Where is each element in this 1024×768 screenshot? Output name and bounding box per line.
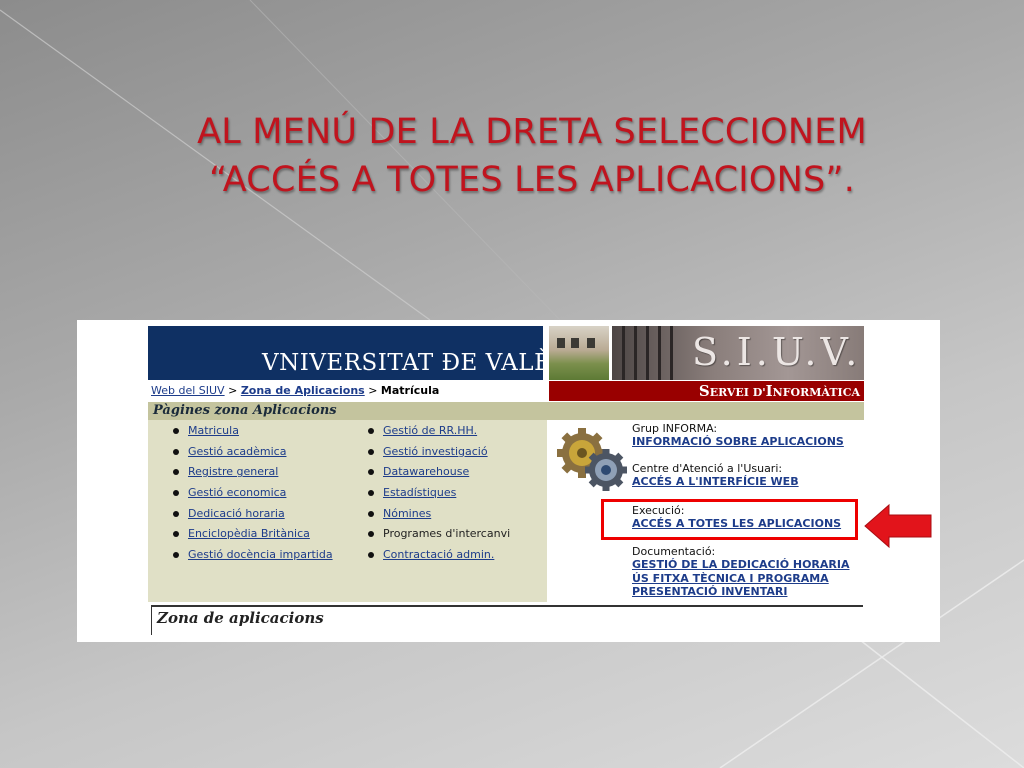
panel-heading: Pàgines zona Aplicacions bbox=[153, 403, 337, 418]
application-link[interactable]: Gestió economica bbox=[188, 486, 286, 499]
list-item[interactable]: Matricula bbox=[148, 424, 333, 445]
zona-aplicacions-title: Zona de aplicacions bbox=[157, 609, 324, 627]
application-link[interactable]: Gestió de RR.HH. bbox=[383, 424, 477, 437]
servei-title: SERVEI D'INFORMÀTICA bbox=[698, 382, 860, 400]
highlight-box bbox=[601, 499, 858, 540]
gears-icon bbox=[557, 428, 627, 491]
documentacio-label: Documentació: bbox=[632, 545, 716, 558]
acces-interficie-web-link[interactable]: ACCÉS A L'INTERFÍCIE WEB bbox=[632, 475, 799, 489]
application-link[interactable]: Gestió acadèmica bbox=[188, 445, 286, 458]
bullet-icon bbox=[368, 428, 374, 434]
application-link[interactable]: Registre general bbox=[188, 465, 278, 478]
bullet-icon bbox=[173, 428, 179, 434]
panel-header: Pàgines zona Aplicacions bbox=[148, 402, 864, 420]
breadcrumb-zona-aplicacions[interactable]: Zona de Aplicacions bbox=[241, 384, 365, 397]
bullet-icon bbox=[173, 510, 179, 517]
section-divider-left bbox=[151, 605, 152, 635]
applications-list-left: Matricula Gestió acadèmica Registre genera… bbox=[148, 424, 333, 569]
bullet-icon bbox=[368, 531, 374, 538]
red-arrow-icon bbox=[864, 503, 932, 549]
bullet-icon bbox=[368, 469, 374, 476]
list-item[interactable]: Nómines bbox=[343, 507, 510, 528]
list-item: Programes d'intercanvi bbox=[343, 527, 510, 548]
bullet-icon bbox=[368, 490, 374, 497]
informacio-aplicacions-link[interactable]: INFORMACIÓ SOBRE APLICACIONS bbox=[632, 435, 844, 449]
slide-title: AL MENÚ DE LA DRETA SELECCIONEM “ACCÉS A… bbox=[112, 108, 952, 204]
university-logo: VNIVERSITAT ĐE VALÈNCIA bbox=[262, 350, 617, 376]
section-divider bbox=[151, 605, 863, 607]
application-link[interactable]: Contractació admin. bbox=[383, 548, 494, 561]
list-item[interactable]: Contractació admin. bbox=[343, 548, 510, 569]
bullet-icon bbox=[368, 448, 374, 455]
centre-atencio-label: Centre d'Atenció a l'Usuari: bbox=[632, 462, 783, 475]
bullet-icon bbox=[173, 469, 179, 476]
slide-title-line2: “ACCÉS A TOTES LES APLICACIONS”. bbox=[208, 160, 856, 200]
list-item[interactable]: Gestió acadèmica bbox=[148, 445, 333, 466]
web-screenshot: VNIVERSITAT ĐE VALÈNCIA S.I.U.V. SERVEI … bbox=[77, 320, 940, 642]
presentacio-inventari-link[interactable]: PRESENTACIÓ INVENTARI bbox=[632, 585, 850, 599]
university-banner: VNIVERSITAT ĐE VALÈNCIA bbox=[148, 326, 616, 380]
bullet-icon bbox=[173, 531, 179, 538]
list-item[interactable]: Gestió investigació bbox=[343, 445, 510, 466]
application-link[interactable]: Gestió docència impartida bbox=[188, 548, 333, 561]
us-fitxa-tecnica-link[interactable]: ÚS FITXA TÈCNICA I PROGRAMA bbox=[632, 572, 850, 586]
application-link[interactable]: Dedicació horaria bbox=[188, 507, 285, 520]
application-link[interactable]: Estadístiques bbox=[383, 486, 456, 499]
application-link[interactable]: Datawarehouse bbox=[383, 465, 469, 478]
bullet-icon bbox=[368, 552, 374, 559]
applications-panel: Matricula Gestió acadèmica Registre genera… bbox=[148, 420, 547, 602]
siuv-banner-photo: S.I.U.V. bbox=[612, 326, 864, 380]
list-item[interactable]: Gestió economica bbox=[148, 486, 333, 507]
grup-informa-label: Grup INFORMA: bbox=[632, 422, 718, 435]
list-item[interactable]: Gestió docència impartida bbox=[148, 548, 333, 569]
servei-bar: SERVEI D'INFORMÀTICA bbox=[549, 381, 864, 401]
applications-list-right: Gestió de RR.HH. Gestió investigació Dataw… bbox=[343, 424, 510, 569]
application-link[interactable]: Gestió investigació bbox=[383, 445, 488, 458]
documentacio-block: Documentació: GESTIÓ DE LA DEDICACIÓ HOR… bbox=[632, 545, 850, 599]
bullet-icon bbox=[173, 552, 179, 559]
breadcrumb-current: Matrícula bbox=[380, 384, 440, 397]
bullet-icon bbox=[173, 490, 179, 497]
list-item[interactable]: Registre general bbox=[148, 465, 333, 486]
building-photo bbox=[549, 326, 609, 380]
centre-atencio-block: Centre d'Atenció a l'Usuari: ACCÉS A L'I… bbox=[632, 462, 799, 489]
list-item[interactable]: Enciclopèdia Britànica bbox=[148, 527, 333, 548]
application-link[interactable]: Matricula bbox=[188, 424, 239, 437]
grup-informa-block: Grup INFORMA: INFORMACIÓ SOBRE APLICACIO… bbox=[632, 422, 844, 449]
bullet-icon bbox=[368, 510, 374, 517]
list-item[interactable]: Datawarehouse bbox=[343, 465, 510, 486]
list-item[interactable]: Dedicació horaria bbox=[148, 507, 333, 528]
slide-title-line1: AL MENÚ DE LA DRETA SELECCIONEM bbox=[197, 112, 867, 152]
gestio-dedicacio-link[interactable]: GESTIÓ DE LA DEDICACIÓ HORARIA bbox=[632, 558, 850, 572]
bullet-icon bbox=[173, 448, 179, 455]
breadcrumb: Web del SIUV > Zona de Aplicacions > Mat… bbox=[151, 384, 440, 397]
list-item[interactable]: Estadístiques bbox=[343, 486, 510, 507]
breadcrumb-web-siuv[interactable]: Web del SIUV bbox=[151, 384, 225, 397]
list-item[interactable]: Gestió de RR.HH. bbox=[343, 424, 510, 445]
application-link[interactable]: Nómines bbox=[383, 507, 431, 520]
siuv-logo: S.I.U.V. bbox=[692, 330, 862, 374]
application-label: Programes d'intercanvi bbox=[383, 527, 511, 541]
application-link[interactable]: Enciclopèdia Britànica bbox=[188, 527, 310, 540]
